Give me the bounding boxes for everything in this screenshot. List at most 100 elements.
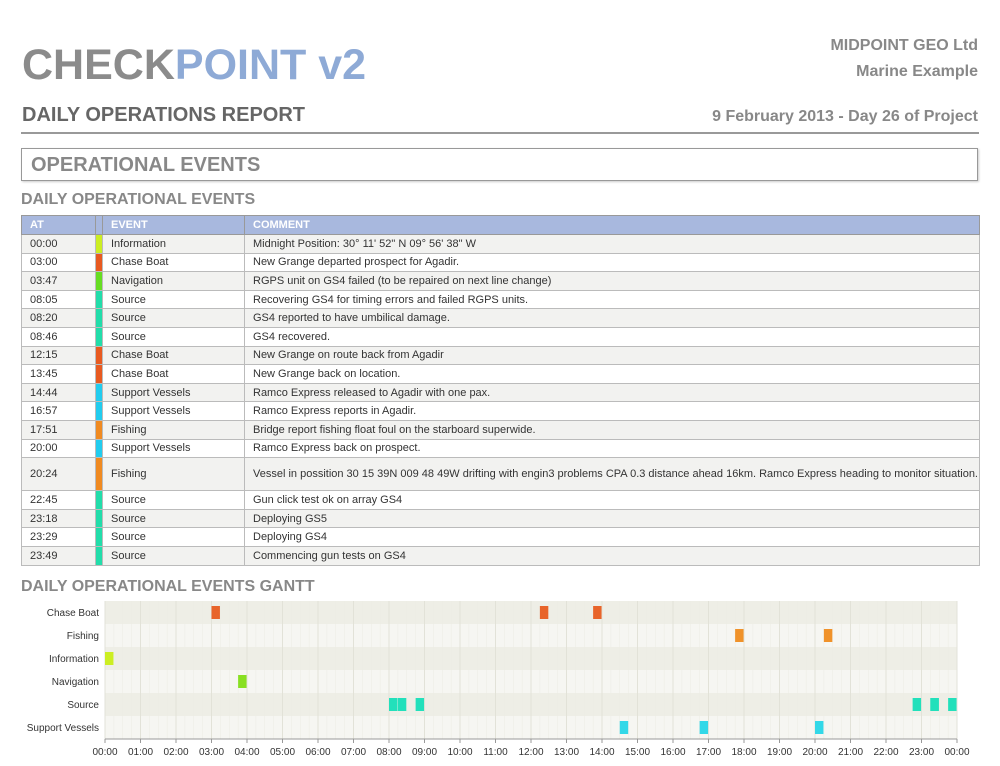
- gantt-event-mark: [539, 606, 549, 619]
- gantt-tick-label: 16:00: [660, 747, 685, 758]
- event-type: Source: [102, 308, 245, 328]
- gantt-tick-label: 14:00: [589, 747, 614, 758]
- table-row: 22:45 Source Gun click test ok on array GS…: [21, 490, 980, 510]
- gantt-tick-label: 02:00: [163, 747, 188, 758]
- logo-part-2: POINT v2: [174, 41, 367, 89]
- event-comment: Deploying GS5: [244, 508, 980, 529]
- gantt-tick-label: 15:00: [625, 747, 650, 758]
- event-color-marker: [95, 438, 103, 459]
- section-title-box: OPERATIONAL EVENTS: [21, 148, 978, 181]
- gantt-event-mark: [815, 721, 824, 734]
- event-comment: Ramco Express reports in Agadir.: [244, 401, 980, 421]
- event-color-marker: [95, 545, 103, 566]
- gantt-category-label: Information: [49, 654, 99, 665]
- gantt-heading: DAILY OPERATIONAL EVENTS GANTT: [21, 578, 315, 595]
- gantt-tick-label: 03:00: [199, 747, 224, 758]
- event-color-marker: [95, 271, 103, 291]
- gantt-tick-label: 12:00: [518, 747, 543, 758]
- event-comment: Midnight Position: 30° 11' 52" N 09° 56'…: [244, 234, 980, 254]
- gantt-tick-label: 19:00: [767, 747, 792, 758]
- table-row: 00:00 Information Midnight Position: 30° 1…: [21, 234, 980, 254]
- event-type: Support Vessels: [102, 438, 245, 459]
- event-comment: New Grange back on location.: [244, 364, 980, 384]
- company-name: MIDPOINT GEO Ltd: [830, 37, 978, 54]
- column-header-event: EVENT: [102, 215, 245, 235]
- gantt-event-mark: [823, 629, 833, 642]
- event-type: Navigation: [102, 271, 245, 291]
- gantt-category-label: Fishing: [67, 631, 99, 642]
- gantt-event-mark: [415, 698, 425, 711]
- event-comment: New Grange departed prospect for Agadir.: [244, 252, 980, 273]
- table-row: 08:46 Source GS4 recovered.: [21, 326, 980, 347]
- gantt-tick-label: 08:00: [376, 747, 401, 758]
- event-time: 23:29: [21, 527, 96, 547]
- gantt-tick-label: 21:00: [838, 747, 863, 758]
- event-time: 03:00: [21, 252, 96, 273]
- event-type: Support Vessels: [102, 401, 245, 421]
- gantt-tick-label: 20:00: [802, 747, 827, 758]
- gantt-tick-label: 09:00: [412, 747, 437, 758]
- event-type: Support Vessels: [102, 382, 245, 403]
- header-divider: [21, 132, 979, 134]
- section-title: OPERATIONAL EVENTS: [31, 154, 261, 176]
- gantt-event-mark: [105, 652, 114, 665]
- event-comment: RGPS unit on GS4 failed (to be repaired …: [244, 271, 980, 291]
- event-time: 20:24: [21, 457, 96, 492]
- table-row: 13:45 Chase Boat New Grange back on locati…: [21, 364, 980, 384]
- app-logo: CHECKPOINT v2: [22, 40, 366, 90]
- gantt-tick-label: 00:00: [944, 747, 969, 758]
- table-row: 08:20 Source GS4 reported to have umbilica…: [21, 308, 980, 328]
- event-color-marker: [95, 527, 103, 547]
- table-row: 23:49 Source Commencing gun tests on GS4: [21, 545, 980, 566]
- event-time: 00:00: [21, 234, 96, 254]
- event-color-marker: [95, 419, 103, 440]
- event-type: Chase Boat: [102, 364, 245, 384]
- event-color-marker: [95, 457, 103, 492]
- event-time: 08:20: [21, 308, 96, 328]
- table-row: 20:24 Fishing Vessel in possition 30 15 39…: [21, 457, 980, 492]
- gantt-event-mark: [699, 721, 709, 734]
- gantt-event-mark: [619, 721, 629, 734]
- column-header-comment: COMMENT: [244, 215, 980, 235]
- table-row: 23:29 Source Deploying GS4: [21, 527, 980, 547]
- gantt-event-mark: [238, 675, 247, 688]
- event-time: 20:00: [21, 438, 96, 459]
- event-time: 13:45: [21, 364, 96, 384]
- event-comment: Vessel in possition 30 15 39N 009 48 49W…: [244, 457, 980, 492]
- gantt-event-mark: [948, 698, 957, 711]
- gantt-tick-label: 18:00: [731, 747, 756, 758]
- table-row: 23:18 Source Deploying GS5: [21, 508, 980, 529]
- event-time: 12:15: [21, 345, 96, 366]
- event-type: Source: [102, 289, 245, 310]
- event-color-marker: [95, 508, 103, 529]
- gantt-tick-label: 07:00: [341, 747, 366, 758]
- table-row: 12:15 Chase Boat New Grange on route back …: [21, 345, 980, 366]
- event-color-marker: [95, 234, 103, 254]
- gantt-category-label: Support Vessels: [27, 723, 99, 734]
- events-heading: DAILY OPERATIONAL EVENTS: [21, 191, 256, 208]
- event-color-marker: [95, 401, 103, 421]
- gantt-category-label: Chase Boat: [47, 608, 99, 619]
- event-type: Source: [102, 508, 245, 529]
- event-color-marker: [95, 252, 103, 273]
- project-name: Marine Example: [856, 63, 978, 80]
- gantt-event-mark: [211, 606, 220, 619]
- event-color-marker: [95, 364, 103, 384]
- event-comment: GS4 recovered.: [244, 326, 980, 347]
- event-type: Chase Boat: [102, 252, 245, 273]
- gantt-tick-label: 11:00: [483, 747, 508, 758]
- gantt-tick-label: 05:00: [270, 747, 295, 758]
- gantt-chart: Chase Boat Fishing Information Navigation So…: [27, 601, 970, 758]
- event-comment: Ramco Express back on prospect.: [244, 438, 980, 459]
- gantt-tick-label: 13:00: [554, 747, 579, 758]
- event-time: 17:51: [21, 419, 96, 440]
- gantt-event-mark: [735, 629, 744, 642]
- event-color-marker: [95, 345, 103, 366]
- event-type: Fishing: [102, 419, 245, 440]
- column-header-marker: [95, 215, 103, 235]
- event-time: 16:57: [21, 401, 96, 421]
- event-comment: New Grange on route back from Agadir: [244, 345, 980, 366]
- gantt-tick-label: 23:00: [909, 747, 934, 758]
- event-type: Chase Boat: [102, 345, 245, 366]
- gantt-event-mark: [397, 698, 407, 711]
